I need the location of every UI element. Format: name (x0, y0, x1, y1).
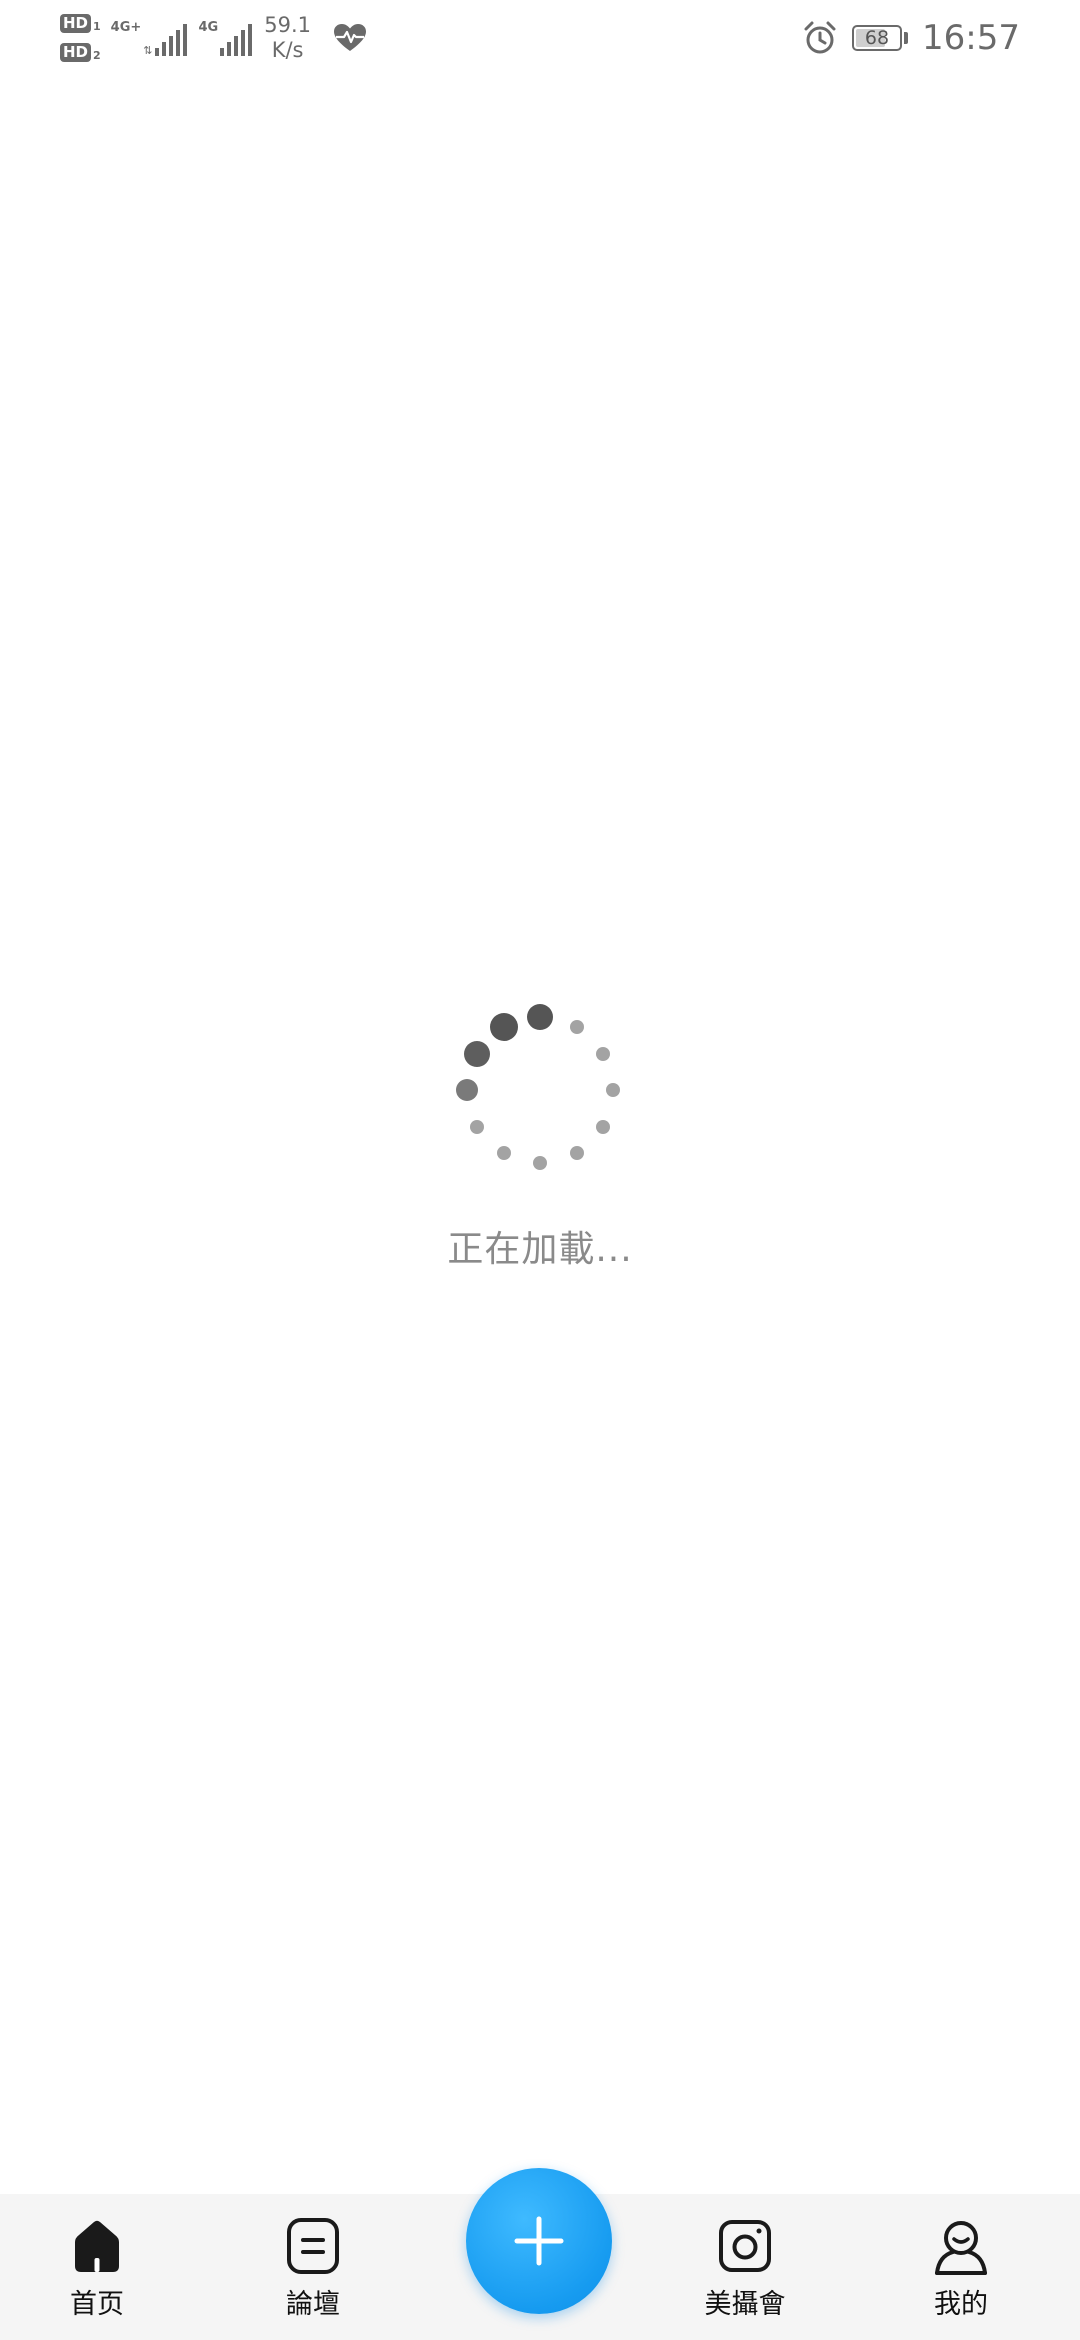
loading-spinner-icon (456, 1004, 620, 1170)
spinner-dot (596, 1046, 611, 1061)
battery-indicator: 68 (852, 25, 909, 51)
status-bar: HD 1 HD 2 4G+ ⇅ 4G 59.1 K/s 68 16:57 (0, 0, 1080, 76)
spinner-dot (569, 1146, 584, 1161)
tab-forum[interactable]: 論壇 (233, 2216, 393, 2321)
hd-badge: HD (60, 14, 92, 33)
battery-icon: 68 (852, 25, 903, 51)
spinner-dot (606, 1083, 620, 1097)
network-type-label: 4G (198, 20, 219, 35)
tab-photo-club[interactable]: 美攝會 (665, 2216, 825, 2321)
data-arrows-icon: ⇅ (143, 44, 153, 57)
spinner-dot (463, 1040, 490, 1067)
alarm-icon (804, 21, 836, 54)
status-bar-left: HD 1 HD 2 4G+ ⇅ 4G 59.1 K/s (60, 8, 367, 68)
profile-icon (935, 2221, 987, 2275)
network1-signal: 4G+ ⇅ (111, 20, 187, 56)
battery-tip (904, 32, 909, 44)
sim1-hd: HD 1 (60, 14, 101, 33)
clock: 16:57 (922, 18, 1020, 58)
camera-icon (719, 2220, 771, 2272)
home-icon (75, 2220, 119, 2272)
spinner-dot (469, 1119, 484, 1134)
speed-value: 59.1 (264, 13, 311, 37)
sim2-hd: HD 2 (60, 43, 101, 62)
spinner-dot (496, 1146, 511, 1161)
sim-index: 1 (93, 20, 101, 33)
network-type-label: 4G+ (110, 20, 142, 35)
spinner-dot (489, 1012, 518, 1041)
tab-label: 美攝會 (704, 2289, 786, 2320)
spinner-dot (569, 1019, 584, 1034)
hd-indicators: HD 1 HD 2 (60, 14, 101, 62)
tab-label: 論壇 (286, 2289, 340, 2320)
plus-icon (514, 2216, 564, 2266)
spinner-dot (533, 1156, 547, 1170)
loading-text: 正在加載... (447, 1229, 633, 1270)
hd-badge: HD (60, 43, 92, 62)
network2-signal: 4G (199, 20, 253, 56)
heart-rate-icon (333, 24, 366, 51)
tab-label: 我的 (934, 2289, 988, 2320)
spinner-dot (456, 1079, 478, 1101)
create-post-button[interactable] (466, 2168, 612, 2314)
tab-home[interactable]: 首页 (17, 2216, 177, 2321)
sim-index: 2 (93, 49, 101, 62)
network-speed: 59.1 K/s (264, 13, 311, 63)
signal-bars-icon (220, 24, 253, 56)
battery-level: 68 (864, 26, 890, 49)
forum-icon (287, 2218, 339, 2274)
signal-bars-icon (154, 24, 187, 56)
speed-unit: K/s (271, 38, 304, 62)
spinner-dot (527, 1004, 553, 1030)
tab-profile[interactable]: 我的 (881, 2216, 1041, 2321)
status-bar-right: 68 16:57 (802, 14, 1020, 62)
tab-label: 首页 (70, 2289, 124, 2320)
spinner-dot (596, 1119, 611, 1134)
